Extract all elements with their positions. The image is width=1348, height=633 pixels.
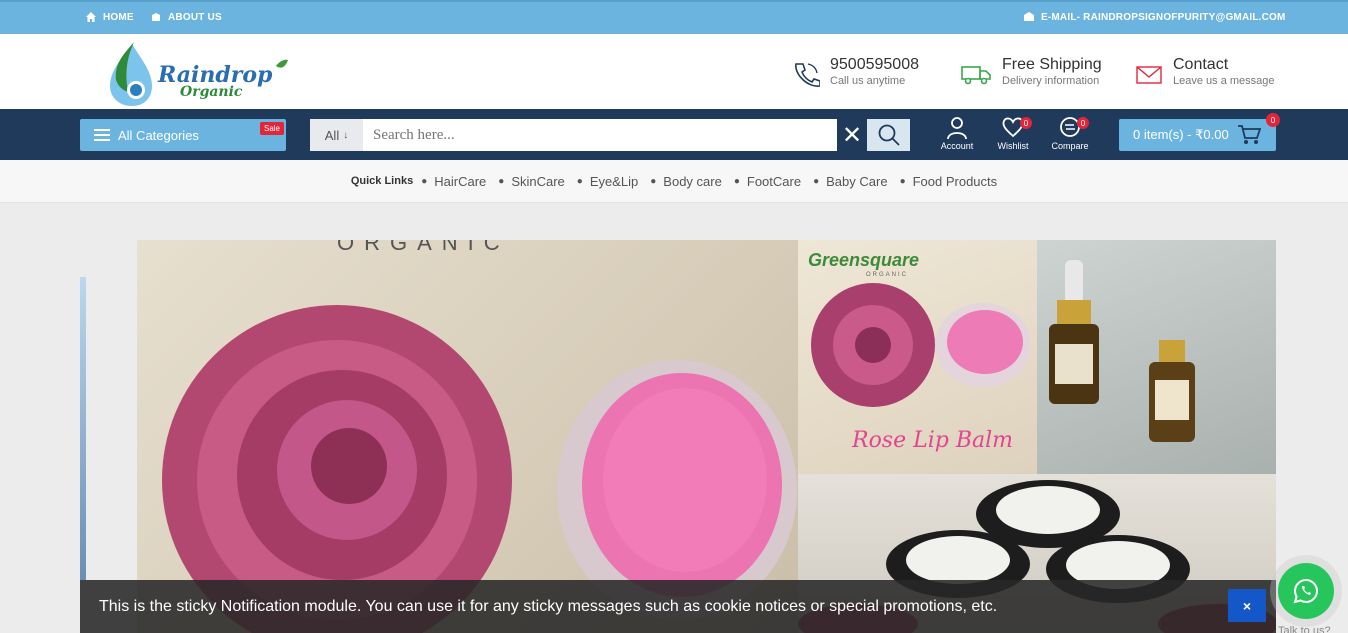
bullet-icon: ● bbox=[421, 175, 428, 187]
cart-button[interactable]: 0 item(s) - ₹0.00 0 bbox=[1119, 113, 1280, 151]
sticky-notification: This is the sticky Notification module. … bbox=[80, 580, 1276, 633]
wishlist-label: Wishlist bbox=[997, 141, 1029, 151]
email-link[interactable]: E-MAIL- RAINDROPSIGNOFPURITY@GMAIL.COM bbox=[1023, 11, 1286, 23]
wishlist-button[interactable]: Wishlist 0 bbox=[988, 115, 1038, 155]
nav-bar: All Categories Sale All ↓ ✕ Account Wish… bbox=[0, 109, 1348, 160]
user-icon bbox=[947, 117, 967, 139]
banner-main-image: ORGANIC bbox=[137, 240, 798, 633]
site-logo[interactable]: Raindrop Organic bbox=[106, 40, 296, 106]
home-icon bbox=[86, 12, 96, 22]
about-link-label: ABOUT US bbox=[168, 11, 222, 23]
envelope-icon bbox=[1136, 66, 1162, 84]
contact-block[interactable]: Contact Leave us a message bbox=[1135, 56, 1275, 88]
bullet-icon: ● bbox=[899, 175, 906, 187]
search-category-value: All bbox=[324, 127, 340, 143]
contact-title: Contact bbox=[1173, 56, 1229, 73]
compare-count-badge: 0 bbox=[1077, 117, 1089, 129]
phone-block[interactable]: 9500595008 Call us anytime bbox=[792, 56, 919, 88]
compare-button[interactable]: Compare 0 bbox=[1045, 115, 1095, 155]
slider-edge bbox=[80, 277, 86, 580]
search-icon bbox=[878, 124, 900, 146]
phone-number: 9500595008 bbox=[830, 56, 919, 73]
top-bar: HOME ABOUT US E-MAIL- RAINDROPSIGNOFPURI… bbox=[0, 0, 1348, 34]
menu-icon bbox=[94, 129, 110, 141]
bullet-icon: ● bbox=[498, 175, 505, 187]
search-bar: All ↓ ✕ bbox=[310, 119, 910, 151]
quick-link-footcare[interactable]: FootCare bbox=[747, 174, 801, 189]
logo-text-organic: Organic bbox=[180, 84, 243, 100]
cart-count-badge: 0 bbox=[1266, 113, 1280, 127]
banner-product-tile-1: Greensquare ORGANIC Rose Lip Balm bbox=[798, 240, 1037, 474]
email-link-label: E-MAIL- RAINDROPSIGNOFPURITY@GMAIL.COM bbox=[1041, 11, 1286, 23]
all-categories-label: All Categories bbox=[118, 127, 199, 143]
compare-label: Compare bbox=[1051, 141, 1089, 151]
about-link[interactable]: ABOUT US bbox=[150, 11, 222, 23]
shipping-sub: Delivery information bbox=[1002, 75, 1100, 87]
phone-sub: Call us anytime bbox=[830, 75, 906, 87]
quick-link-haircare[interactable]: HairCare bbox=[434, 174, 486, 189]
banner-product-tile-2 bbox=[1037, 240, 1276, 474]
whatsapp-button[interactable] bbox=[1278, 563, 1334, 619]
bullet-icon: ● bbox=[650, 175, 657, 187]
close-icon: × bbox=[1242, 597, 1252, 614]
serum-bottle-image-icon bbox=[1049, 260, 1195, 442]
product-label: Rose Lip Balm bbox=[852, 428, 1014, 453]
quick-link-baby-care[interactable]: Baby Care bbox=[826, 174, 887, 189]
shipping-title: Free Shipping bbox=[1002, 56, 1102, 73]
search-category-select[interactable]: All ↓ bbox=[310, 119, 363, 151]
quick-links-bar: Quick Links ● HairCare ● SkinCare ● Eye&Lip… bbox=[0, 160, 1348, 203]
account-button[interactable]: Account bbox=[932, 115, 982, 155]
flower-image-icon bbox=[162, 305, 797, 633]
bullet-icon: ● bbox=[733, 175, 740, 187]
hero-banner[interactable]: ORGANIC Greensquare ORGANIC Rose Lip Bal… bbox=[137, 240, 1276, 633]
truck-icon bbox=[961, 66, 991, 85]
whatsapp-label: Talk to us? bbox=[1278, 625, 1331, 633]
clear-search-button[interactable]: ✕ bbox=[837, 119, 867, 151]
notification-text: This is the sticky Notification module. … bbox=[99, 597, 998, 615]
close-icon: ✕ bbox=[841, 121, 863, 149]
shipping-block[interactable]: Free Shipping Delivery information bbox=[960, 56, 1102, 88]
all-categories-button[interactable]: All Categories Sale bbox=[80, 119, 286, 151]
cart-icon bbox=[1237, 125, 1261, 144]
contact-sub: Leave us a message bbox=[1173, 75, 1275, 87]
bullet-icon: ● bbox=[576, 175, 583, 187]
chevron-down-icon: ↓ bbox=[343, 129, 349, 141]
home-link[interactable]: HOME bbox=[85, 11, 134, 23]
quick-links-title: Quick Links bbox=[350, 175, 414, 187]
quick-link-body-care[interactable]: Body care bbox=[663, 174, 722, 189]
whatsapp-icon bbox=[1293, 578, 1319, 604]
phone-icon bbox=[795, 63, 820, 87]
account-label: Account bbox=[940, 141, 974, 151]
notification-close-button[interactable]: × bbox=[1228, 589, 1266, 622]
search-button[interactable] bbox=[867, 119, 910, 151]
header: Raindrop Organic 9500595008 Call us anyt… bbox=[0, 34, 1348, 109]
mail-icon bbox=[1024, 12, 1034, 21]
sale-badge: Sale bbox=[259, 122, 284, 135]
quick-link-skincare[interactable]: SkinCare bbox=[511, 174, 564, 189]
home-link-label: HOME bbox=[103, 11, 134, 23]
about-icon bbox=[152, 13, 160, 21]
wishlist-count-badge: 0 bbox=[1020, 117, 1032, 129]
bullet-icon: ● bbox=[813, 175, 820, 187]
search-input[interactable] bbox=[363, 119, 837, 151]
quick-link-food-products[interactable]: Food Products bbox=[913, 174, 998, 189]
cart-label: 0 item(s) - ₹0.00 bbox=[1133, 127, 1229, 142]
quick-link-eye-lip[interactable]: Eye&Lip bbox=[590, 174, 638, 189]
